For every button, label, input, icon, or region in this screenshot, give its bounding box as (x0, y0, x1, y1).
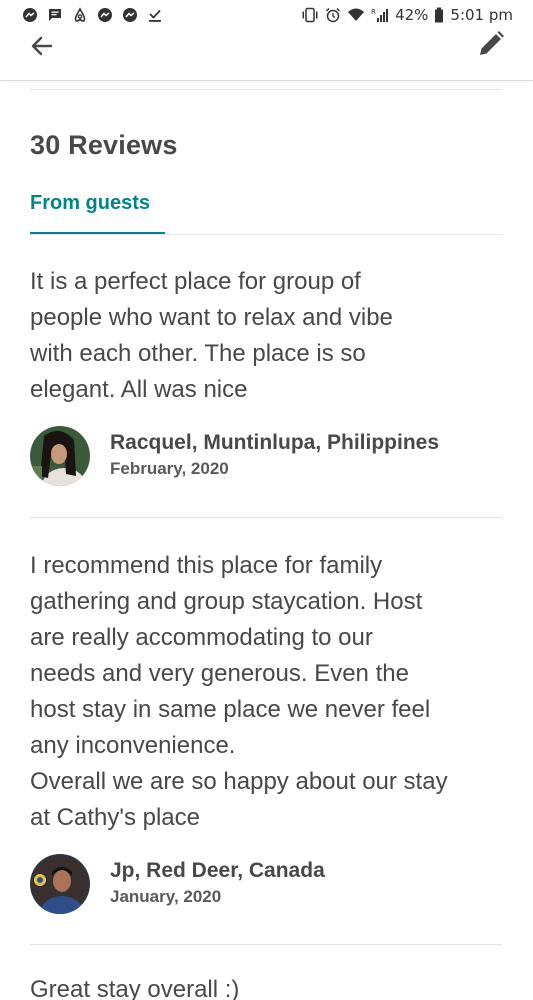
battery-icon (434, 7, 444, 23)
avatar[interactable] (30, 854, 90, 914)
back-button[interactable] (28, 34, 56, 62)
download-done-icon (147, 7, 163, 23)
messenger-icon (22, 7, 38, 23)
wifi-icon (347, 7, 365, 23)
review-text: I recommend this place for family gather… (30, 552, 448, 831)
clock: 5:01 pm (450, 6, 513, 24)
review-item: It is a perfect place for group of peopl… (30, 264, 505, 486)
status-bar: R 42% 5:01 pm (0, 0, 533, 30)
app-bar (0, 30, 533, 81)
messenger-icon (122, 7, 138, 23)
review-text: Great stay overall :) (30, 976, 240, 1000)
reviewer: Jp, Red Deer, Canada January, 2020 (30, 854, 325, 914)
review-text: It is a perfect place for group of peopl… (30, 268, 393, 403)
arrow-left-icon (30, 34, 54, 63)
signal-icon: R (371, 7, 389, 23)
messenger-icon (97, 7, 113, 23)
airbnb-icon (72, 7, 88, 23)
edit-button[interactable] (475, 30, 507, 62)
message-icon (47, 7, 63, 23)
vibrate-icon (301, 7, 319, 23)
alarm-icon (325, 7, 341, 23)
notification-icons (22, 7, 163, 23)
signal-label: R (371, 8, 376, 16)
reviewer-name: Racquel, Muntinlupa, Philippines (110, 431, 440, 454)
tab-from-guests[interactable]: From guests (30, 192, 150, 215)
review-divider (30, 517, 502, 518)
system-status: R 42% 5:01 pm (301, 6, 513, 24)
tab-divider (30, 234, 502, 235)
review-divider (30, 944, 502, 945)
review-item: I recommend this place for family gather… (30, 548, 505, 914)
avatar[interactable] (30, 426, 90, 486)
pencil-icon (476, 29, 506, 64)
battery-percent: 42% (395, 6, 429, 24)
reviews-title: 30 Reviews (30, 130, 178, 160)
reviewer-name: Jp, Red Deer, Canada (110, 859, 325, 882)
review-date: January, 2020 (110, 887, 222, 906)
review-date: February, 2020 (110, 459, 229, 478)
review-item: Great stay overall :) (30, 972, 505, 1000)
top-divider (30, 89, 502, 90)
reviewer: Racquel, Muntinlupa, Philippines Februar… (30, 426, 439, 486)
